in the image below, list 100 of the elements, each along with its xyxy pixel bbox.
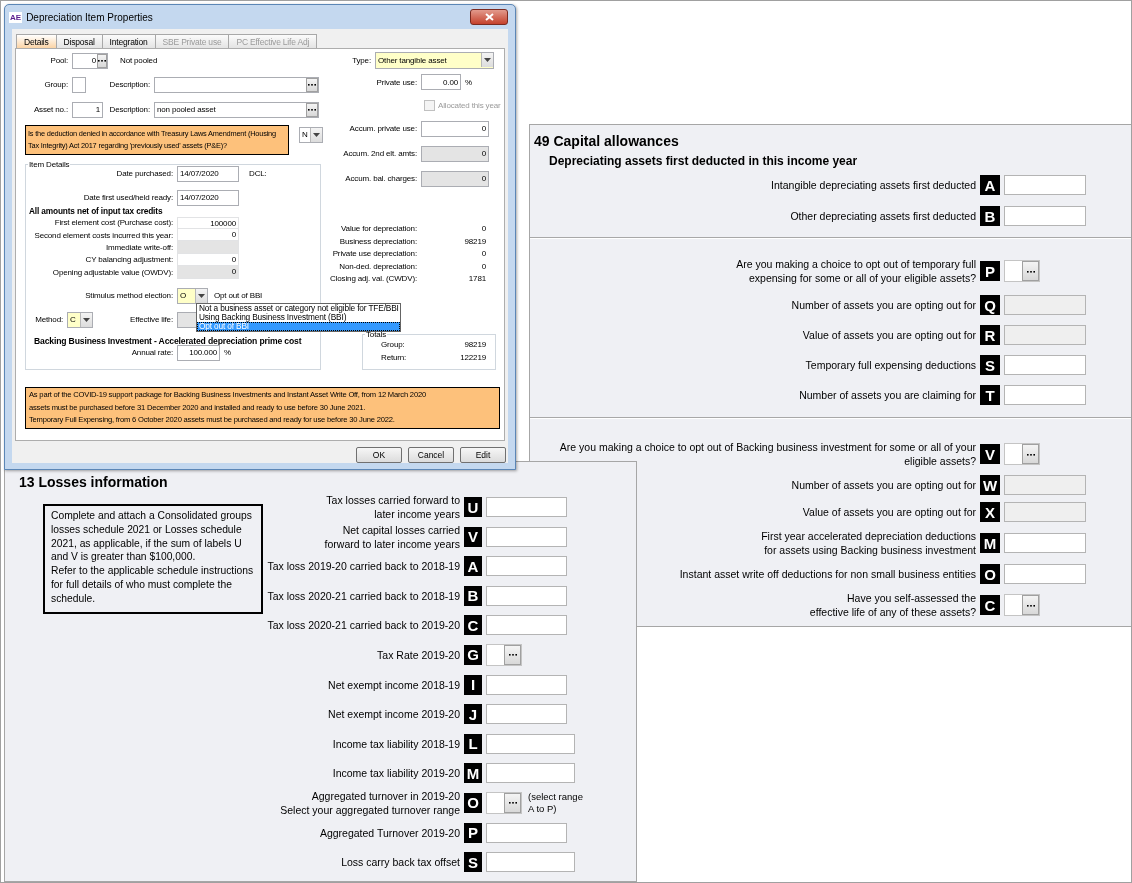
ellipsis-button[interactable] [504, 792, 521, 813]
caret-icon[interactable] [481, 53, 493, 68]
label-code: B [980, 206, 1000, 226]
date-field[interactable]: 14/07/2020 [177, 165, 239, 182]
tab[interactable]: Integration [101, 34, 156, 48]
asset-number-field[interactable]: 1 [72, 101, 103, 118]
ellipsis-button[interactable] [97, 53, 107, 68]
field-label: Number of assets you are opting out for [791, 298, 976, 312]
method-dropdown[interactable]: C [67, 311, 93, 328]
lookup-field[interactable] [486, 791, 522, 814]
input-field[interactable] [486, 704, 567, 725]
label-code: O [980, 564, 1000, 584]
input-field[interactable] [486, 822, 567, 843]
field-label: Asset no.: [32, 105, 68, 115]
input-field[interactable] [1004, 295, 1086, 315]
ellipsis-button[interactable] [504, 644, 521, 665]
input-field[interactable] [486, 674, 567, 695]
input-field[interactable] [1004, 475, 1086, 495]
ellipsis-icon [98, 59, 106, 63]
field-label: Second element costs incurred this year: [33, 230, 173, 240]
input-field[interactable] [1004, 325, 1086, 345]
field-label: Immediate write-off: [104, 243, 173, 253]
input-field[interactable] [486, 763, 575, 784]
input-field[interactable] [1004, 385, 1086, 405]
field-label: Business depreciation: [338, 236, 417, 246]
field-label: CY balancing adjustment: [84, 255, 173, 265]
input-field[interactable] [1004, 206, 1086, 226]
group-field[interactable] [72, 76, 86, 93]
pool-status: Not pooled [120, 56, 158, 66]
input-field[interactable] [1004, 564, 1086, 584]
field-label: Opening adjustable value (OWDV): [51, 267, 173, 277]
description-field[interactable]: non pooled asset [154, 101, 319, 118]
ellipsis-button[interactable] [306, 77, 318, 92]
description-field[interactable] [154, 76, 319, 93]
label-code: X [980, 502, 1000, 522]
lookup-field[interactable] [1004, 443, 1040, 465]
label-code: O [464, 792, 482, 813]
answer-dropdown[interactable]: N [299, 126, 323, 143]
dialog-button[interactable]: OK [356, 447, 402, 463]
input-field[interactable] [1004, 533, 1086, 553]
input-field[interactable] [1004, 175, 1086, 195]
field-label: Number of assets you are claiming for [799, 388, 976, 402]
label-code: J [464, 704, 482, 725]
label-code: G [464, 644, 482, 665]
date-field[interactable]: 14/07/2020 [177, 189, 239, 206]
dialog-button[interactable]: Edit [460, 447, 506, 463]
input-field[interactable] [486, 526, 567, 547]
label-code: Q [980, 295, 1000, 315]
input-field[interactable] [486, 733, 575, 754]
field-label: Value of assets you are opting out for [802, 328, 976, 342]
field-label: Aggregated Turnover 2019-20 [318, 825, 460, 840]
field-label: Are you making a choice to opt out of Backing business investment for some or all of your eligible assets? [559, 440, 976, 468]
field-label: Value for depreciation: [340, 224, 417, 234]
pool-field[interactable]: 0 [72, 52, 108, 69]
lookup-field[interactable] [1004, 594, 1040, 616]
private-use-field[interactable]: 0.00 [421, 74, 461, 91]
type-dropdown[interactable]: Other tangible asset [375, 51, 494, 69]
label-code: S [464, 852, 482, 873]
input-field[interactable] [1004, 355, 1086, 375]
caret-icon[interactable] [80, 312, 92, 327]
field-label: Net exempt income 2018-19 [327, 677, 460, 692]
label-code: U [464, 497, 482, 517]
amount-field[interactable]: 100000 [177, 216, 239, 229]
dialog-button[interactable]: Cancel [408, 447, 454, 463]
section-title: 13 Losses information [18, 474, 168, 490]
tab[interactable]: Disposal [55, 34, 103, 48]
input-field[interactable] [486, 556, 567, 577]
caret-icon[interactable] [195, 288, 207, 303]
label-code: M [980, 533, 1000, 553]
input-field[interactable] [486, 585, 567, 606]
input-field[interactable] [486, 852, 575, 873]
ellipsis-icon [308, 108, 316, 112]
field-label: Date purchased: [115, 169, 173, 179]
input-field[interactable] [486, 615, 567, 636]
tab[interactable]: Details [16, 34, 57, 48]
label-code: S [980, 355, 1000, 375]
field-value: 0 [480, 261, 486, 271]
field-value: 0 [480, 249, 486, 259]
input-field[interactable] [486, 497, 567, 517]
label-code: V [464, 526, 482, 547]
ellipsis-button[interactable] [1022, 595, 1039, 615]
lookup-field[interactable] [486, 643, 522, 666]
hint-text: (select range A to P) [528, 790, 583, 815]
field-label: Accum. private use: [348, 124, 417, 134]
rate-field[interactable]: 100.000 [177, 344, 220, 361]
ellipsis-button[interactable] [306, 102, 318, 117]
lookup-field[interactable] [1004, 260, 1040, 282]
field-label: Temporary full expensing deductions [805, 358, 976, 372]
dropdown-option[interactable]: Not a business asset or category not eligible for TFE/BBI [197, 303, 400, 313]
field-label: Description: [108, 80, 150, 90]
field-label: Income tax liability 2018-19 [331, 736, 460, 751]
field-label: Non-ded. depreciation: [338, 261, 417, 271]
amount-field[interactable]: 0 [421, 120, 489, 137]
close-button[interactable] [470, 9, 508, 25]
input-field[interactable] [1004, 502, 1086, 522]
caret-icon[interactable] [310, 127, 322, 142]
ellipsis-button[interactable] [1022, 261, 1039, 281]
ellipsis-button[interactable] [1022, 444, 1039, 464]
field-label: Group: [381, 340, 405, 350]
ellipsis-icon [1026, 603, 1035, 607]
